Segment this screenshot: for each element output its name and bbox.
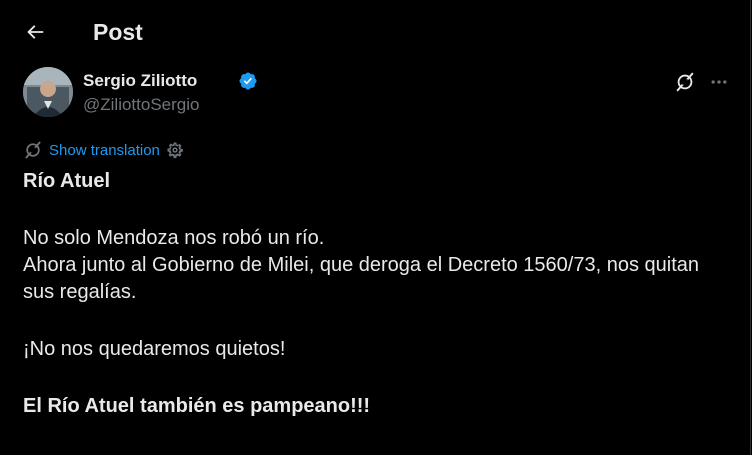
- grok-icon: [676, 72, 694, 92]
- grok-translate-icon: [25, 141, 41, 159]
- grok-button[interactable]: [673, 70, 697, 94]
- back-button[interactable]: [18, 15, 52, 49]
- gear-icon: [167, 142, 183, 159]
- show-translation-link[interactable]: Show translation: [49, 142, 160, 159]
- arrow-left-icon: [27, 25, 44, 39]
- post-title: Río Atuel: [23, 170, 111, 192]
- more-options-button[interactable]: [707, 70, 731, 94]
- avatar-image: [23, 67, 73, 117]
- page-title: Post: [93, 19, 143, 45]
- post-line: Ahora junto al Gobierno de Milei, que de…: [23, 254, 700, 303]
- post-detail-view: Post Sergio Ziliotto @ZiliottoSergio Sho…: [0, 0, 751, 455]
- post-line: No solo Mendoza nos robó un río.: [23, 227, 325, 249]
- translation-row: Show translation: [23, 138, 184, 162]
- author-name[interactable]: Sergio Ziliotto: [83, 70, 197, 92]
- post-closing-line: El Río Atuel también es pampeano!!!: [23, 395, 371, 417]
- avatar[interactable]: [23, 67, 73, 117]
- post-line: ¡No nos quedaremos quietos!: [23, 338, 286, 360]
- page-header: Post: [0, 0, 750, 64]
- post-author: Sergio Ziliotto @ZiliottoSergio: [23, 67, 733, 117]
- author-handle[interactable]: @ZiliottoSergio: [83, 94, 199, 116]
- verified-badge-icon: [239, 72, 257, 90]
- post-text: Río Atuel No solo Mendoza nos robó un rí…: [23, 168, 728, 420]
- more-horizontal-icon: [711, 80, 727, 84]
- translation-settings-button[interactable]: [166, 141, 184, 159]
